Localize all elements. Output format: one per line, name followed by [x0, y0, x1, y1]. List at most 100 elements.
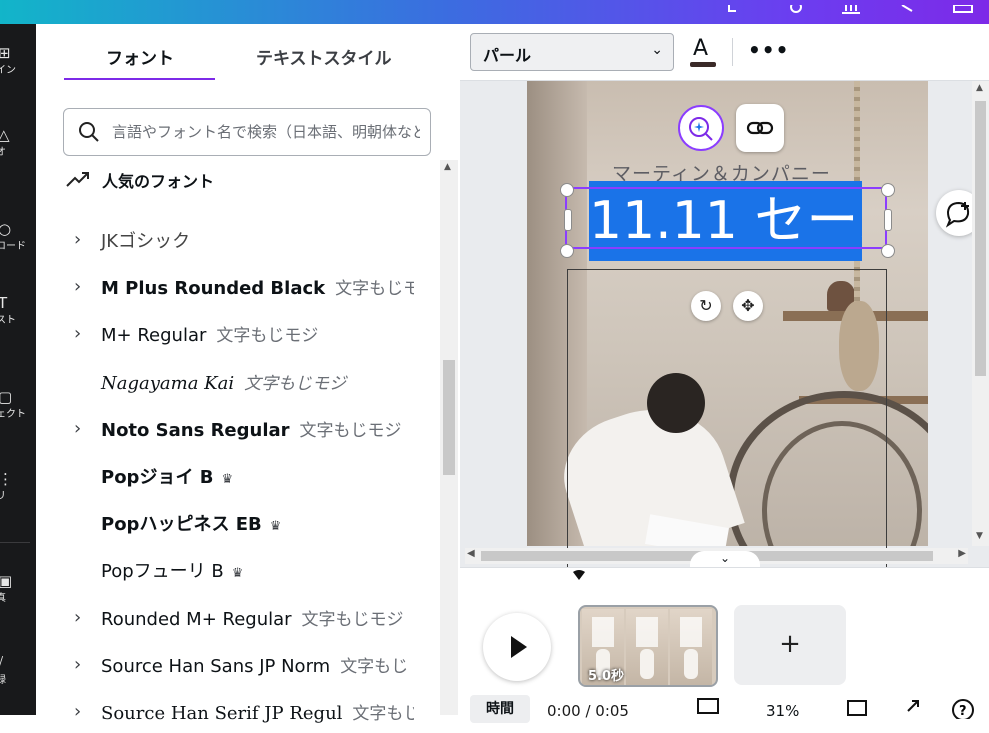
font-name-label: Popハッピネス EB: [101, 514, 262, 535]
top-header-bar: [0, 0, 989, 24]
element-group-frame[interactable]: [567, 269, 887, 569]
scroll-up-icon[interactable]: ▲: [444, 162, 451, 172]
font-name: Popフューリ B ♛: [101, 557, 243, 583]
font-name: M+ Regular 文字もじモジ: [101, 321, 318, 346]
chevron-right-icon[interactable]: ›: [74, 229, 81, 250]
rail-item-photos[interactable]: ▣ 真: [0, 574, 36, 605]
font-search-input[interactable]: [112, 119, 420, 145]
rail-item-projects[interactable]: ▢ ェクト: [0, 388, 36, 421]
font-name: JKゴシック: [101, 227, 190, 253]
toolbar-divider: [732, 38, 733, 66]
font-list-item[interactable]: › JKゴシック: [74, 221, 414, 261]
font-list-item[interactable]: › Rounded M+ Regular 文字もじモジ: [74, 599, 414, 639]
page-grid-icon[interactable]: [846, 697, 870, 721]
tab-text-styles[interactable]: テキストスタイル: [256, 44, 392, 69]
play-present-icon[interactable]: [898, 0, 918, 12]
scroll-down-icon[interactable]: ▼: [976, 531, 983, 541]
font-sample: 文字もじモジ: [216, 326, 319, 346]
clip-thumbnail: [670, 609, 712, 685]
chevron-down-icon: ⌄: [719, 551, 731, 565]
font-family-value: パール: [483, 46, 532, 65]
scroll-right-icon[interactable]: ▶: [958, 548, 966, 559]
help-icon[interactable]: ?: [950, 697, 976, 723]
text-color-icon: A: [693, 36, 709, 61]
font-sample: 文字もじモジ: [299, 421, 402, 441]
font-list-item[interactable]: › Source Han Serif JP Regul 文字もじ: [74, 693, 414, 733]
resize-handle-bottom-right[interactable]: [881, 244, 895, 258]
chevron-right-icon[interactable]: ›: [74, 607, 81, 628]
resize-handle-right[interactable]: [884, 209, 892, 231]
move-handle[interactable]: ✥: [733, 291, 763, 321]
resize-handle-left[interactable]: [564, 209, 572, 231]
add-page-button[interactable]: +: [734, 605, 846, 685]
user-icon[interactable]: [786, 0, 806, 13]
play-button[interactable]: [483, 613, 551, 681]
chevron-right-icon[interactable]: ›: [74, 701, 81, 722]
timing-button[interactable]: 時間: [470, 695, 530, 723]
font-family-dropdown[interactable]: パール ⌄: [470, 33, 674, 71]
font-list-item[interactable]: › Source Han Sans JP Norm 文字もじ: [74, 646, 414, 686]
chart-icon[interactable]: [840, 0, 862, 14]
resize-handle-top-right[interactable]: [881, 183, 895, 197]
text-color-swatch: [690, 62, 716, 67]
fullscreen-icon[interactable]: [902, 697, 922, 721]
scroll-up-icon[interactable]: ▲: [976, 83, 983, 93]
notes-icon[interactable]: [696, 697, 720, 721]
font-list-item[interactable]: › M Plus Rounded Black 文字もじモジ: [74, 268, 414, 308]
font-list-scrollbar[interactable]: ▲: [440, 160, 458, 715]
rail-item-text[interactable]: T スト: [0, 296, 36, 327]
playhead-marker[interactable]: [572, 567, 585, 580]
font-list-item[interactable]: Popフューリ B ♛: [74, 551, 414, 591]
font-name: Rounded M+ Regular 文字もじモジ: [101, 605, 404, 630]
canvas-vertical-scroll-thumb[interactable]: [975, 101, 986, 376]
font-panel: フォント テキストスタイル 人気のフォント › JKゴシック › M Plus Rou…: [36, 24, 460, 724]
font-search-box[interactable]: [63, 108, 431, 156]
font-name-label: Source Han Serif JP Regul: [101, 703, 343, 724]
canvas-vertical-scrollbar[interactable]: ▲ ▼: [972, 81, 989, 546]
font-sample: 文字もじモジ: [335, 279, 414, 299]
timeline-panel: 5.0秒 + 時間 0:00 / 0:05 31% ?: [460, 567, 989, 723]
font-list-item[interactable]: Popジョイ B ♛: [74, 457, 414, 497]
zoom-level[interactable]: 31%: [766, 702, 799, 720]
tab-fonts[interactable]: フォント: [106, 44, 174, 69]
chevron-right-icon[interactable]: ›: [74, 654, 81, 675]
chevron-right-icon[interactable]: ›: [74, 418, 81, 439]
projects-icon: ▢: [0, 388, 13, 406]
font-name-label: JKゴシック: [101, 231, 191, 252]
font-list-scroll-thumb[interactable]: [443, 360, 455, 475]
font-name: Source Han Serif JP Regul 文字もじ: [101, 699, 414, 724]
more-options-button[interactable]: •••: [748, 38, 789, 62]
font-name-label: M Plus Rounded Black: [101, 278, 326, 299]
rail-item-record[interactable]: ⧸ 録: [0, 656, 36, 687]
resize-handle-bottom-left[interactable]: [560, 244, 574, 258]
resize-handle-top-left[interactable]: [560, 183, 574, 197]
rail-item-design[interactable]: ⊞ イン: [0, 44, 36, 77]
link-button[interactable]: [736, 104, 784, 152]
font-list-item[interactable]: Popハッピネス EB ♛: [74, 504, 414, 544]
timeline-clip[interactable]: 5.0秒: [578, 605, 718, 687]
share-icon[interactable]: [726, 0, 746, 12]
magic-edit-button[interactable]: [678, 105, 724, 151]
rail-item-apps[interactable]: ⋮ リ: [0, 470, 36, 503]
scroll-left-icon[interactable]: ◀: [467, 548, 475, 559]
font-list-item[interactable]: Nagayama Kai 文字もじモジ: [74, 363, 414, 403]
font-name-label: Rounded M+ Regular: [101, 609, 292, 630]
pro-crown-icon: ♛: [269, 519, 282, 534]
chevron-right-icon[interactable]: ›: [74, 323, 81, 344]
font-list-item[interactable]: › Noto Sans Regular 文字もじモジ: [74, 410, 414, 450]
font-name: Noto Sans Regular 文字もじモジ: [101, 416, 402, 441]
font-list-item[interactable]: › M+ Regular 文字もじモジ: [74, 315, 414, 355]
design-icon: ⊞: [0, 44, 11, 62]
svg-text:?: ?: [959, 704, 967, 719]
apps-icon: ⋮: [0, 470, 13, 488]
font-name: Source Han Sans JP Norm 文字もじ: [101, 652, 408, 677]
text-selection-box[interactable]: [565, 187, 887, 249]
rail-divider: [0, 542, 30, 543]
rail-item-upload[interactable]: ○ ロード: [0, 222, 36, 253]
rail-item-elements[interactable]: △ オ: [0, 128, 36, 159]
chevron-down-icon: ⌄: [651, 42, 663, 58]
chevron-right-icon[interactable]: ›: [74, 276, 81, 297]
download-icon[interactable]: [952, 0, 974, 13]
rotate-handle[interactable]: ↻: [691, 291, 721, 321]
text-color-button[interactable]: A: [689, 36, 717, 68]
